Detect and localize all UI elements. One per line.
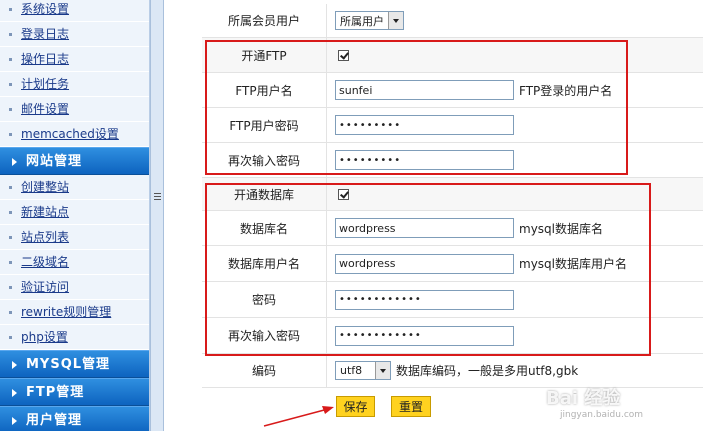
encoding-hint: 数据库编码，一般是多用utf8,gbk <box>396 364 579 378</box>
ftp-password-confirm-input[interactable] <box>335 150 514 170</box>
triangle-right-icon <box>12 361 17 369</box>
bullet-icon <box>9 133 12 136</box>
row-db-name: 数据库名 mysql数据库名 <box>202 211 703 246</box>
red-arrow-icon <box>263 406 334 427</box>
ftp-password-input[interactable] <box>335 115 514 135</box>
member-user-select[interactable]: 所属用户 <box>335 11 404 30</box>
ftp-enable-label: 开通FTP <box>202 38 327 72</box>
save-button[interactable]: 保存 <box>336 396 375 417</box>
triangle-right-icon <box>12 389 17 397</box>
ftp-password-confirm-label: 再次输入密码 <box>202 143 327 177</box>
row-ftp-username: FTP用户名 FTP登录的用户名 <box>202 73 703 108</box>
bullet-icon <box>9 58 12 61</box>
encoding-label: 编码 <box>202 354 327 387</box>
ftp-enable-checkbox[interactable] <box>338 49 349 61</box>
row-db-enable: 开通数据库 <box>202 178 703 211</box>
sidebar-item-subdomain[interactable]: 二级域名 <box>0 250 149 275</box>
bullet-icon <box>9 8 12 11</box>
ftp-username-label: FTP用户名 <box>202 73 327 107</box>
db-password-label: 密码 <box>202 282 327 317</box>
db-username-label: 数据库用户名 <box>202 246 327 281</box>
db-username-input[interactable] <box>335 253 514 274</box>
main-form: 所属会员用户 所属用户 开通FTP FTP用户名 FTP登录的用户名 FTP用户… <box>202 0 703 431</box>
bullet-icon <box>9 108 12 111</box>
ftp-username-hint: FTP登录的用户名 <box>519 83 613 98</box>
bullet-icon <box>9 211 12 214</box>
ftp-password-label: FTP用户密码 <box>202 108 327 142</box>
db-name-input[interactable] <box>335 218 514 238</box>
sidebar-item-site-list[interactable]: 站点列表 <box>0 225 149 250</box>
watermark-url: jingyan.baidu.com <box>560 410 644 420</box>
db-password-input[interactable] <box>335 289 514 310</box>
sidebar-item-system-settings[interactable]: 系统设置 <box>0 0 149 22</box>
db-enable-label: 开通数据库 <box>202 178 327 210</box>
watermark-logo: Bai 经验 <box>546 388 621 409</box>
bullet-icon <box>9 83 12 86</box>
encoding-select[interactable]: utf8 <box>335 361 391 380</box>
db-username-hint: mysql数据库用户名 <box>519 257 627 271</box>
bullet-icon <box>9 311 12 314</box>
triangle-right-icon <box>12 158 17 166</box>
ftp-username-input[interactable] <box>335 80 514 100</box>
row-ftp-password: FTP用户密码 <box>202 108 703 143</box>
reset-button[interactable]: 重置 <box>391 396 431 417</box>
chevron-down-icon[interactable] <box>388 12 403 29</box>
bullet-icon <box>9 286 12 289</box>
sidebar-item-memcached[interactable]: memcached设置 <box>0 122 149 147</box>
member-user-select-value: 所属用户 <box>340 14 384 28</box>
chevron-down-icon[interactable] <box>375 362 390 379</box>
sidebar-item-new-site[interactable]: 新建站点 <box>0 200 149 225</box>
sidebar-section-site[interactable]: 网站管理 <box>0 147 149 175</box>
db-name-hint: mysql数据库名 <box>519 221 603 236</box>
sidebar-item-mail-settings[interactable]: 邮件设置 <box>0 97 149 122</box>
bullet-icon <box>9 33 12 36</box>
sidebar-item-php-settings[interactable]: php设置 <box>0 325 149 350</box>
row-ftp-password-confirm: 再次输入密码 <box>202 143 703 178</box>
db-password-confirm-label: 再次输入密码 <box>202 318 327 353</box>
sidebar-item-scheduled-tasks[interactable]: 计划任务 <box>0 72 149 97</box>
sidebar-item-create-full-site[interactable]: 创建整站 <box>0 175 149 200</box>
member-user-label: 所属会员用户 <box>202 4 327 37</box>
db-name-label: 数据库名 <box>202 211 327 245</box>
bullet-icon <box>9 236 12 239</box>
db-password-confirm-input[interactable] <box>335 325 514 346</box>
sidebar-item-access-verification[interactable]: 验证访问 <box>0 275 149 300</box>
encoding-select-value: utf8 <box>340 364 363 377</box>
grip-icon <box>154 193 161 201</box>
sidebar-splitter[interactable] <box>150 0 164 431</box>
row-db-password: 密码 <box>202 282 703 318</box>
bullet-icon <box>9 186 12 189</box>
row-db-username: 数据库用户名 mysql数据库用户名 <box>202 246 703 282</box>
sidebar-item-login-log[interactable]: 登录日志 <box>0 22 149 47</box>
sidebar: 系统设置 登录日志 操作日志 计划任务 邮件设置 memcached设置 网站管… <box>0 0 150 431</box>
triangle-right-icon <box>12 417 17 425</box>
sidebar-item-rewrite-rules[interactable]: rewrite规则管理 <box>0 300 149 325</box>
row-encoding: 编码 utf8 数据库编码，一般是多用utf8,gbk <box>202 354 703 388</box>
sidebar-section-ftp[interactable]: FTP管理 <box>0 378 149 406</box>
row-member-user: 所属会员用户 所属用户 <box>202 4 703 38</box>
bullet-icon <box>9 261 12 264</box>
sidebar-section-mysql[interactable]: MYSQL管理 <box>0 350 149 378</box>
sidebar-item-operation-log[interactable]: 操作日志 <box>0 47 149 72</box>
row-ftp-enable: 开通FTP <box>202 38 703 73</box>
bullet-icon <box>9 336 12 339</box>
db-enable-checkbox[interactable] <box>338 188 349 200</box>
row-db-password-confirm: 再次输入密码 <box>202 318 703 354</box>
sidebar-section-user[interactable]: 用户管理 <box>0 406 149 431</box>
